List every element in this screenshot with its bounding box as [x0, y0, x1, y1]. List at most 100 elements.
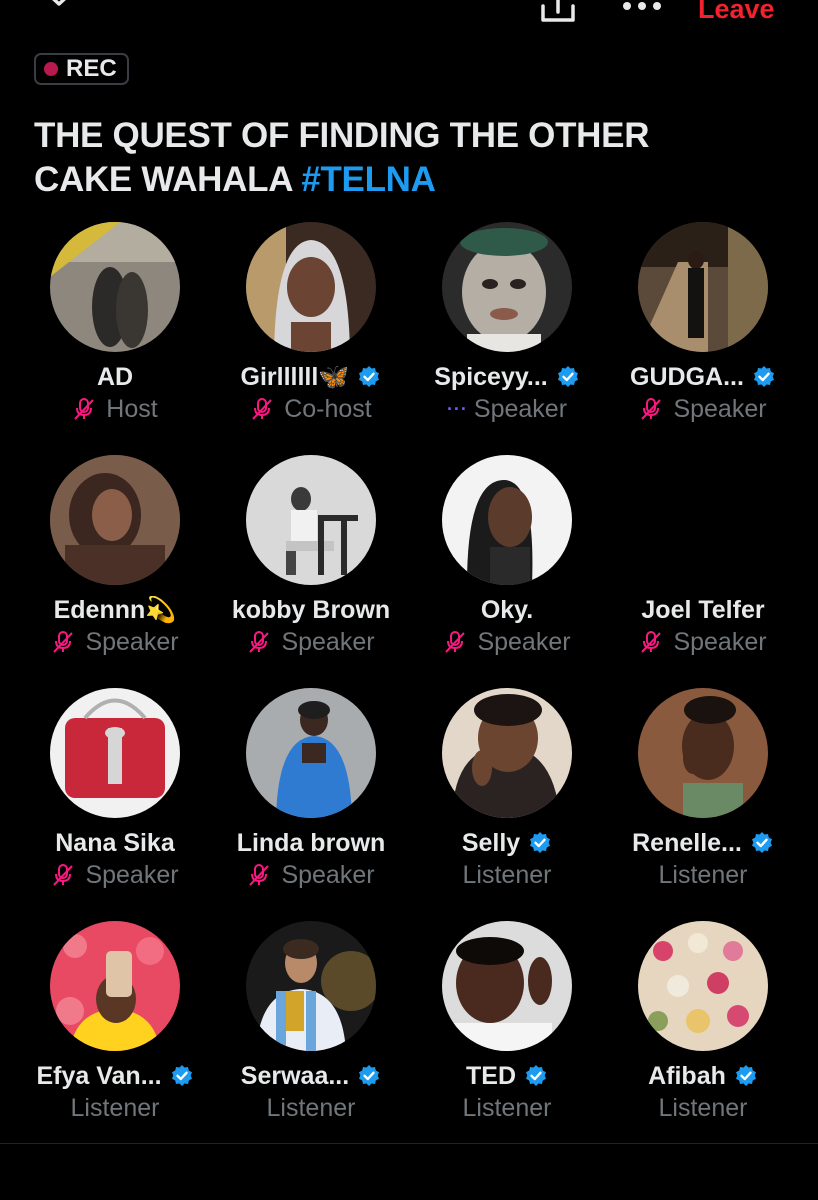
- divider: [0, 1143, 818, 1144]
- avatar-image: [50, 688, 180, 818]
- participant-card[interactable]: Selly Listener: [409, 688, 605, 908]
- avatar[interactable]: [442, 921, 572, 1051]
- participant-card[interactable]: AD Host: [17, 222, 213, 442]
- avatar-image: [246, 222, 376, 352]
- avatar[interactable]: [638, 688, 768, 818]
- avatar[interactable]: [50, 222, 180, 352]
- participant-name: Afibah: [605, 1059, 801, 1093]
- participant-name-text: Efya Van...: [36, 1061, 162, 1090]
- avatar-image: [442, 921, 572, 1051]
- top-bar: Leave: [0, 0, 818, 30]
- avatar[interactable]: [50, 455, 180, 585]
- participant-role: Listener: [409, 1091, 605, 1125]
- mic-off-icon: [249, 864, 270, 886]
- participant-role-text: Listener: [658, 860, 748, 889]
- participant-name: Efya Van...: [17, 1059, 213, 1093]
- avatar[interactable]: [638, 921, 768, 1051]
- avatar-image: [638, 688, 768, 818]
- space-title-line2: CAKE WAHALA #TELNA: [34, 158, 794, 202]
- leave-button[interactable]: Leave: [698, 0, 775, 24]
- verified-badge-icon: [557, 366, 578, 387]
- participant-role-text: Speaker: [673, 394, 767, 423]
- avatar[interactable]: [246, 921, 376, 1051]
- participant-role: Speaker: [409, 625, 605, 659]
- participant-role: Speaker: [213, 625, 409, 659]
- participant-name: TED: [409, 1059, 605, 1093]
- participant-name: Girllllll🦋: [213, 360, 409, 394]
- space-title-line1: THE QUEST OF FINDING THE OTHER: [34, 116, 650, 155]
- chevron-down-icon[interactable]: [42, 0, 76, 14]
- participant-role-text: Speaker: [473, 394, 568, 423]
- avatar[interactable]: [246, 455, 376, 585]
- participant-name-text: TED: [466, 1061, 516, 1090]
- avatar-image: [50, 222, 180, 352]
- avatar[interactable]: [638, 222, 768, 352]
- participant-card[interactable]: Renelle... Listener: [605, 688, 801, 908]
- participant-name: Selly: [409, 826, 605, 860]
- avatar-image: [246, 921, 376, 1051]
- participant-role-text: Speaker: [477, 627, 571, 656]
- participant-name-text: Oky.: [480, 595, 534, 624]
- verified-badge-icon: [171, 1065, 192, 1086]
- avatar-image: [442, 222, 572, 352]
- participant-name: Oky.: [409, 593, 605, 627]
- participant-name-text: GUDGA...: [630, 362, 744, 391]
- participant-role: Speaker: [605, 392, 801, 426]
- avatar-image: [638, 222, 768, 352]
- participant-name-text: Selly: [461, 828, 521, 857]
- mic-off-icon: [252, 398, 272, 420]
- verified-badge-icon: [526, 1065, 546, 1086]
- avatar-image: [442, 455, 572, 585]
- avatar[interactable]: [50, 688, 180, 818]
- participant-name-text: Afibah: [648, 1061, 726, 1090]
- participant-card[interactable]: Serwaa... Listener: [213, 921, 409, 1141]
- mic-off-icon: [445, 631, 466, 653]
- participant-role-text: Co-host: [284, 394, 372, 423]
- participant-card[interactable]: Nana Sika Speaker: [17, 688, 213, 908]
- rec-label: REC: [66, 55, 117, 82]
- participant-name: Serwaa...: [213, 1059, 409, 1093]
- participant-role-text: Listener: [70, 1093, 160, 1122]
- participant-name: Nana Sika: [17, 826, 213, 860]
- participant-name-text: Edennn💫: [53, 595, 177, 624]
- participant-card[interactable]: Spiceyy... ··· Speaker: [409, 222, 605, 442]
- participant-name: AD: [17, 360, 213, 394]
- more-icon[interactable]: [620, 0, 664, 14]
- participant-name-text: kobby Brown: [231, 595, 391, 624]
- participant-card[interactable]: Edennn💫 Speaker: [17, 455, 213, 675]
- participant-role-text: Speaker: [281, 627, 375, 656]
- avatar[interactable]: [638, 455, 768, 585]
- avatar[interactable]: [442, 455, 572, 585]
- avatar[interactable]: [50, 921, 180, 1051]
- mic-off-icon: [53, 864, 74, 886]
- participant-card[interactable]: Girllllll🦋 Co-host: [213, 222, 409, 442]
- share-icon[interactable]: [538, 0, 578, 24]
- avatar-image: [246, 455, 376, 585]
- participant-card[interactable]: Afibah Listener: [605, 921, 801, 1141]
- participant-role: ··· Speaker: [409, 392, 605, 426]
- participant-card[interactable]: Efya Van... Listener: [17, 921, 213, 1141]
- participant-role-text: Listener: [266, 1093, 356, 1122]
- avatar-image: [50, 455, 180, 585]
- mic-off-icon: [53, 631, 74, 653]
- participant-card[interactable]: Oky. Speaker: [409, 455, 605, 675]
- participant-card[interactable]: Linda brown Speaker: [213, 688, 409, 908]
- avatar[interactable]: [442, 688, 572, 818]
- verified-badge-icon: [359, 1065, 380, 1086]
- space-hashtag[interactable]: #TELNA: [301, 160, 436, 199]
- avatar[interactable]: [442, 222, 572, 352]
- avatar[interactable]: [246, 688, 376, 818]
- space-title-text: CAKE WAHALA: [34, 160, 302, 199]
- participant-name-text: Nana Sika: [55, 828, 175, 857]
- participant-card[interactable]: TED Listener: [409, 921, 605, 1141]
- participant-card[interactable]: kobby Brown Speaker: [213, 455, 409, 675]
- participant-role-text: Speaker: [85, 627, 179, 656]
- verified-badge-icon: [735, 1065, 756, 1086]
- speaking-indicator-icon: ···: [446, 398, 468, 419]
- participant-role: Speaker: [213, 858, 409, 892]
- participant-name: Joel Telfer: [605, 593, 801, 627]
- participant-card[interactable]: Joel Telfer Speaker: [605, 455, 801, 675]
- avatar[interactable]: [246, 222, 376, 352]
- participant-role: Listener: [605, 858, 801, 892]
- participant-card[interactable]: GUDGA... Speaker: [605, 222, 801, 442]
